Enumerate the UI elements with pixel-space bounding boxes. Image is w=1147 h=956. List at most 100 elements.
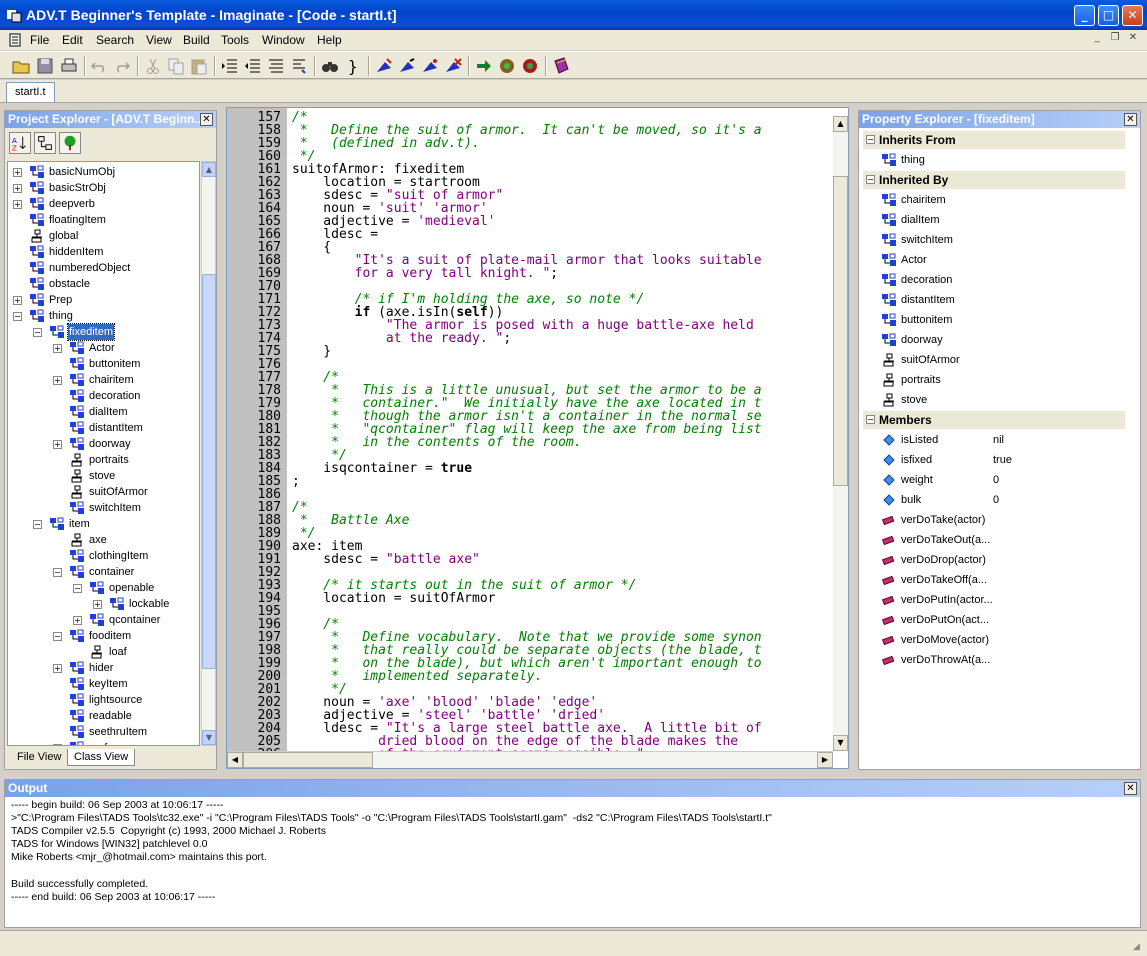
tree-item[interactable]: + surface [8, 740, 198, 745]
collapse-icon[interactable]: − [866, 135, 875, 144]
paste-icon[interactable] [188, 55, 210, 77]
tree-scrollbar[interactable]: ▲ ▼ [201, 161, 216, 746]
expand-icon[interactable]: + [53, 344, 62, 353]
sort-az-icon[interactable]: AZ [9, 132, 31, 154]
property-section-header[interactable]: − Inherited By [863, 171, 1125, 189]
expand-icon[interactable]: + [13, 200, 22, 209]
scroll-right-icon[interactable]: ▶ [817, 752, 833, 768]
tree-item[interactable]: − item [8, 516, 198, 532]
menu-view[interactable]: View [146, 33, 172, 47]
code-text[interactable]: /* * Define the suit of armor. It can't … [288, 108, 833, 751]
align-icon[interactable] [265, 55, 287, 77]
indent-icon[interactable] [219, 55, 241, 77]
expand-icon[interactable]: + [53, 664, 62, 673]
tree-item[interactable]: + lockable [8, 596, 198, 612]
tree-item[interactable]: readable [8, 708, 198, 724]
tree-item[interactable]: dialItem [8, 404, 198, 420]
output-close-button[interactable]: ✕ [1124, 782, 1137, 795]
expand-icon[interactable]: + [53, 744, 62, 745]
property-section-header[interactable]: − Inherits From [863, 131, 1125, 149]
cut-icon[interactable] [142, 55, 164, 77]
tree-item[interactable]: − thing [8, 308, 198, 324]
menu-build[interactable]: Build [183, 33, 210, 47]
tree-item[interactable]: + qcontainer [8, 612, 198, 628]
goto-icon[interactable] [473, 55, 495, 77]
resize-grip-icon[interactable]: ◢ [1133, 942, 1145, 954]
undo-icon[interactable] [88, 55, 110, 77]
redo-icon[interactable] [111, 55, 133, 77]
scroll-down-icon[interactable]: ▼ [202, 730, 216, 745]
project-explorer-close-button[interactable]: ✕ [200, 113, 213, 126]
property-section-header[interactable]: − Members [863, 411, 1125, 429]
collapse-icon[interactable]: − [73, 584, 82, 593]
tree-item[interactable]: − openable [8, 580, 198, 596]
expand-icon[interactable]: + [13, 296, 22, 305]
scroll-left-icon[interactable]: ◀ [227, 752, 243, 768]
collapse-icon[interactable]: − [866, 415, 875, 424]
tree-item[interactable]: + basicNumObj [8, 164, 198, 180]
tree-item[interactable]: obstacle [8, 276, 198, 292]
copy-icon[interactable] [165, 55, 187, 77]
tree-item[interactable]: floatingItem [8, 212, 198, 228]
brace-match-icon[interactable]: } [342, 55, 364, 77]
open-icon[interactable] [10, 55, 32, 77]
collapse-icon[interactable]: − [53, 632, 62, 641]
tree-item[interactable]: portraits [8, 452, 198, 468]
scroll-up-icon[interactable]: ▲ [833, 116, 848, 132]
tree-item[interactable]: − fixeditem [8, 323, 198, 341]
menu-tools[interactable]: Tools [221, 33, 249, 47]
tree-item[interactable]: loaf [8, 644, 198, 660]
tree-item[interactable]: + basicStrObj [8, 180, 198, 196]
tab-file-view[interactable]: File View [11, 749, 68, 766]
tab-class-view[interactable]: Class View [67, 749, 136, 766]
minimize-button[interactable]: _ [1074, 5, 1095, 26]
tools-icon[interactable] [519, 55, 541, 77]
editor-scroll-thumb[interactable] [833, 176, 848, 486]
tree-item[interactable]: switchItem [8, 500, 198, 516]
expand-icon[interactable]: + [93, 600, 102, 609]
tree-item[interactable]: stove [8, 468, 198, 484]
tree-item[interactable]: hiddenItem [8, 244, 198, 260]
expand-icon[interactable]: + [13, 184, 22, 193]
tree-scroll-thumb[interactable] [202, 274, 216, 669]
editor-hscroll-thumb[interactable] [243, 752, 373, 768]
tree-item[interactable]: + chairitem [8, 372, 198, 388]
outdent-icon[interactable] [242, 55, 264, 77]
scroll-up-icon[interactable]: ▲ [202, 162, 216, 177]
tree-icon[interactable] [59, 132, 81, 154]
tree-item[interactable]: distantItem [8, 420, 198, 436]
expand-icon[interactable]: + [73, 616, 82, 625]
expand-icon[interactable]: + [53, 376, 62, 385]
save-icon[interactable] [34, 55, 56, 77]
maximize-button[interactable]: □ [1098, 5, 1119, 26]
menu-edit[interactable]: Edit [62, 33, 83, 47]
menu-window[interactable]: Window [262, 33, 305, 47]
print-icon[interactable] [58, 55, 80, 77]
class-tree[interactable]: + basicNumObj + basicStrObj + deepverb floatin… [7, 161, 200, 746]
collapse-icon[interactable]: − [33, 520, 42, 529]
collapse-icon[interactable]: − [33, 328, 42, 337]
output-log[interactable]: ----- begin build: 06 Sep 2003 at 10:06:… [11, 799, 772, 904]
collapse-icon[interactable]: − [53, 568, 62, 577]
tads-icon[interactable] [496, 55, 518, 77]
menu-search[interactable]: Search [96, 33, 134, 47]
code-editor[interactable]: 157 158 159 160 161 162 163 164 165 166 167 168 169 1… [226, 107, 849, 769]
mdi-minimize-button[interactable]: _ [1090, 32, 1104, 46]
tree-item[interactable]: + Prep [8, 292, 198, 308]
tree-item[interactable]: suitOfArmor [8, 484, 198, 500]
menu-help[interactable]: Help [317, 33, 342, 47]
mdi-restore-button[interactable]: ❐ [1108, 32, 1122, 46]
tree-item[interactable]: clothingItem [8, 548, 198, 564]
class-hierarchy-icon[interactable] [34, 132, 56, 154]
editor-vertical-scrollbar[interactable]: ▲ ▼ [833, 116, 848, 751]
build-icon[interactable] [373, 55, 395, 77]
debug-icon[interactable] [442, 55, 464, 77]
close-button[interactable]: ✕ [1122, 5, 1143, 26]
scroll-down-icon[interactable]: ▼ [833, 735, 848, 751]
tree-item[interactable]: + Actor [8, 340, 198, 356]
expand-icon[interactable]: + [53, 440, 62, 449]
tree-item[interactable]: + doorway [8, 436, 198, 452]
tree-item[interactable]: + deepverb [8, 196, 198, 212]
tree-item[interactable]: − container [8, 564, 198, 580]
tree-item[interactable]: decoration [8, 388, 198, 404]
